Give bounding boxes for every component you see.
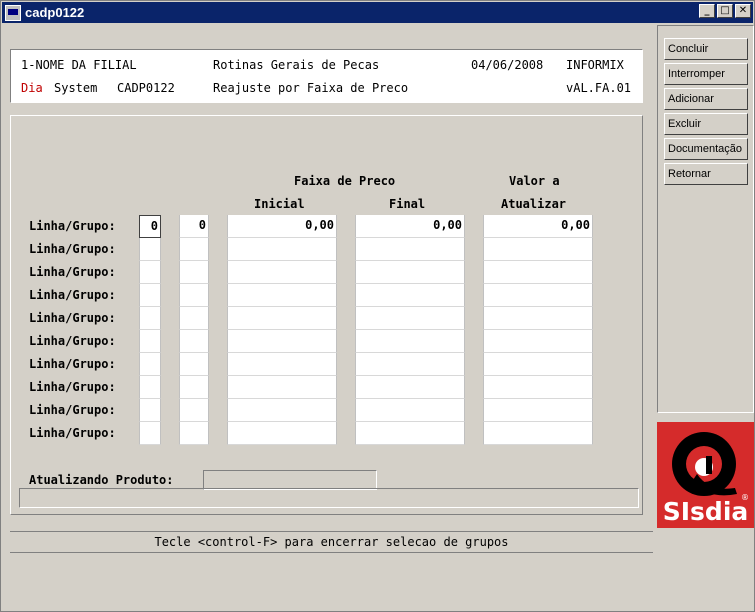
row-label: Linha/Grupo: — [29, 403, 116, 417]
minimize-button[interactable]: _ — [699, 4, 715, 18]
registered-mark: ® — [741, 493, 749, 502]
inicial-input[interactable] — [227, 284, 337, 307]
sisdia-logo: SIsdia ® — [657, 422, 754, 528]
grupo-input[interactable] — [179, 399, 209, 422]
final-input[interactable] — [355, 261, 465, 284]
linha-input[interactable] — [139, 399, 161, 422]
grupo-input[interactable] — [179, 353, 209, 376]
grupo-input[interactable] — [179, 261, 209, 284]
module-name: Rotinas Gerais de Pecas — [213, 58, 380, 72]
grupo-input[interactable]: 0 — [179, 215, 209, 238]
row-label: Linha/Grupo: — [29, 334, 116, 348]
inicial-input[interactable] — [227, 238, 337, 261]
final-input[interactable] — [355, 353, 465, 376]
row-label: Linha/Grupo: — [29, 357, 116, 371]
final-input[interactable] — [355, 399, 465, 422]
footer: Tecle <control-F> para encerrar selecao … — [10, 531, 653, 579]
adicionar-button[interactable]: Adicionar — [664, 88, 748, 110]
footer-message: Tecle <control-F> para encerrar selecao … — [10, 531, 653, 553]
final-header: Final — [389, 197, 426, 211]
inicial-input[interactable]: 0,00 — [227, 215, 337, 238]
valor-input[interactable] — [483, 330, 593, 353]
app-window: cadp0122 _ □ ✕ 1-NOME DA FILIAL Rotinas … — [0, 0, 755, 612]
retornar-button[interactable]: Retornar — [664, 163, 748, 185]
linha-input[interactable] — [139, 353, 161, 376]
action-sidebar: Concluir Interromper Adicionar Excluir D… — [657, 25, 754, 413]
row-label: Linha/Grupo: — [29, 311, 116, 325]
row-label: Linha/Grupo: — [29, 380, 116, 394]
valor-input[interactable] — [483, 307, 593, 330]
valor-input[interactable] — [483, 353, 593, 376]
valor-input[interactable] — [483, 376, 593, 399]
valor-input[interactable]: 0,00 — [483, 215, 593, 238]
dbms-name: INFORMIX — [566, 58, 624, 72]
linha-input[interactable] — [139, 261, 161, 284]
inicial-input[interactable] — [227, 376, 337, 399]
brand-prefix: Dia — [21, 81, 43, 95]
linha-input[interactable] — [139, 376, 161, 399]
final-input[interactable] — [355, 238, 465, 261]
inicial-input[interactable] — [227, 353, 337, 376]
row-label: Linha/Grupo: — [29, 242, 116, 256]
maximize-button[interactable]: □ — [717, 4, 733, 18]
grupo-input[interactable] — [179, 330, 209, 353]
grupo-input[interactable] — [179, 284, 209, 307]
valor-input[interactable] — [483, 422, 593, 445]
linha-input[interactable] — [139, 330, 161, 353]
header-panel: 1-NOME DA FILIAL Rotinas Gerais de Pecas… — [10, 49, 643, 103]
grupo-input[interactable] — [179, 376, 209, 399]
app-icon — [5, 4, 21, 21]
inicial-header: Inicial — [254, 197, 305, 211]
documentacao-button[interactable]: Documentação — [664, 138, 748, 160]
company-name: 1-NOME DA FILIAL — [21, 58, 137, 72]
inicial-input[interactable] — [227, 422, 337, 445]
valor-input[interactable] — [483, 284, 593, 307]
grupo-input[interactable] — [179, 422, 209, 445]
window-title: cadp0122 — [25, 5, 85, 20]
status-box — [19, 488, 639, 508]
row-label: Linha/Grupo: — [29, 288, 116, 302]
linha-input[interactable] — [139, 238, 161, 261]
atualizando-field — [203, 470, 377, 490]
interromper-button[interactable]: Interromper — [664, 63, 748, 85]
logo-text: SIsdia — [662, 497, 749, 526]
row-label: Linha/Grupo: — [29, 219, 116, 233]
linha-input[interactable] — [139, 307, 161, 330]
valor-input[interactable] — [483, 261, 593, 284]
inicial-input[interactable] — [227, 261, 337, 284]
valor-input[interactable] — [483, 399, 593, 422]
linha-input[interactable] — [139, 422, 161, 445]
linha-input[interactable]: 0 — [139, 215, 161, 238]
current-date: 04/06/2008 — [471, 58, 544, 72]
linha-input[interactable] — [139, 284, 161, 307]
title-bar[interactable]: cadp0122 _ □ ✕ — [2, 2, 753, 23]
concluir-button[interactable]: Concluir — [664, 38, 748, 60]
faixa-header: Faixa de Preco — [294, 174, 396, 188]
inicial-input[interactable] — [227, 307, 337, 330]
excluir-button[interactable]: Excluir — [664, 113, 748, 135]
screen-title: Reajuste por Faixa de Preco — [213, 81, 409, 95]
close-button[interactable]: ✕ — [735, 4, 751, 18]
inicial-input[interactable] — [227, 399, 337, 422]
final-input[interactable] — [355, 330, 465, 353]
row-label: Linha/Grupo: — [29, 265, 116, 279]
grupo-input[interactable] — [179, 238, 209, 261]
final-input[interactable] — [355, 307, 465, 330]
final-input[interactable] — [355, 284, 465, 307]
valor-header-top: Valor a — [509, 174, 560, 188]
final-input[interactable] — [355, 422, 465, 445]
brand-suffix: System — [54, 81, 98, 95]
final-input[interactable]: 0,00 — [355, 215, 465, 238]
program-code: CADP0122 — [117, 81, 175, 95]
screen-code: vAL.FA.01 — [566, 81, 632, 95]
valor-input[interactable] — [483, 238, 593, 261]
atualizando-label: Atualizando Produto: — [29, 473, 174, 487]
final-input[interactable] — [355, 376, 465, 399]
grupo-input[interactable] — [179, 307, 209, 330]
valor-header-bottom: Atualizar — [501, 197, 567, 211]
row-label: Linha/Grupo: — [29, 426, 116, 440]
inicial-input[interactable] — [227, 330, 337, 353]
form-panel: Faixa de Preco Inicial Final Valor a Atu… — [10, 115, 643, 515]
